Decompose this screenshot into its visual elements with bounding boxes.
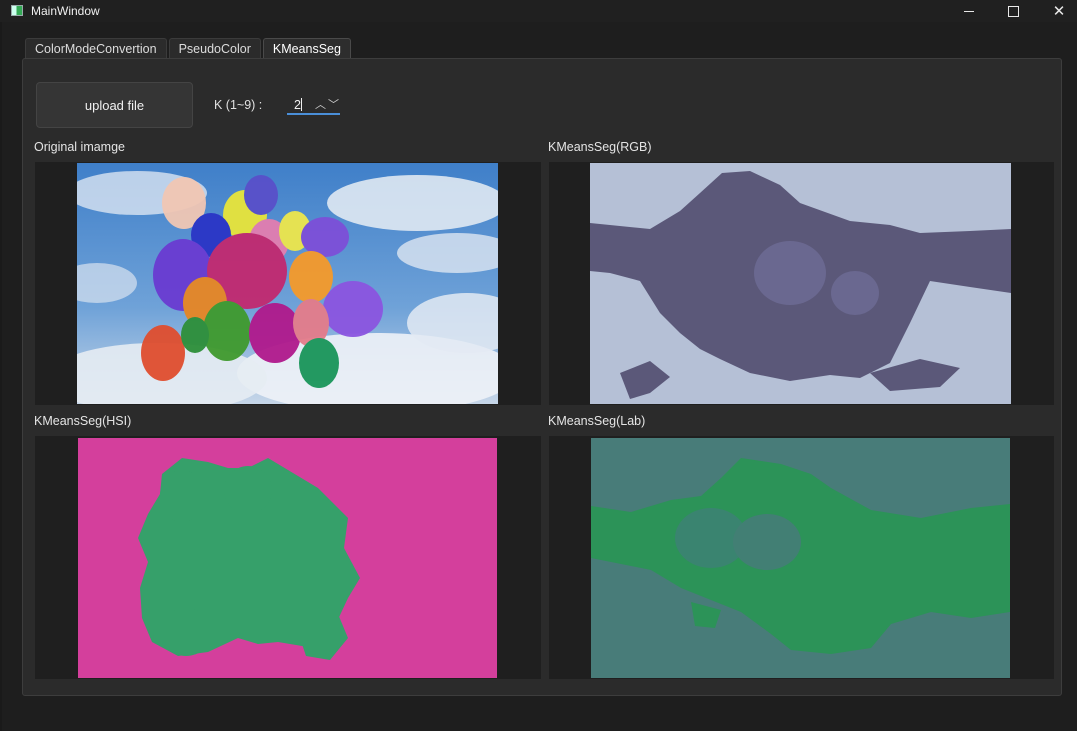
rgb-segmentation-image (590, 163, 1011, 404)
lab-result-label: KMeansSeg(Lab) (548, 414, 646, 428)
lab-result-frame (549, 436, 1054, 679)
original-image-label: Original imamge (34, 140, 126, 154)
text-cursor (301, 98, 302, 111)
minimize-icon (964, 10, 974, 12)
app-icon (11, 5, 23, 16)
window-title: MainWindow (31, 4, 100, 18)
close-button[interactable]: ✕ (1036, 0, 1077, 22)
maximize-button[interactable] (990, 0, 1036, 22)
hsi-segmentation-image (78, 438, 497, 678)
minimize-button[interactable] (946, 0, 992, 22)
chevron-down-icon[interactable]: ﹀ (328, 96, 339, 112)
hsi-result-frame (35, 436, 541, 679)
tab-bar: ColorModeConvertion PseudoColor KMeansSe… (25, 38, 353, 59)
rgb-result-label: KMeansSeg(RGB) (548, 140, 652, 154)
title-bar: MainWindow ✕ (0, 0, 1077, 22)
tab-kmeans-seg[interactable]: KMeansSeg (262, 38, 351, 59)
close-icon: ✕ (1052, 2, 1066, 20)
rgb-result-frame (549, 162, 1054, 405)
k-value[interactable]: 2 (294, 98, 301, 112)
original-image-frame (35, 162, 541, 405)
maximize-icon (1007, 5, 1019, 17)
lab-segmentation-image (591, 438, 1010, 678)
window-left-edge (0, 22, 2, 731)
k-spinbox[interactable]: 2 ︿ ﹀ (287, 96, 340, 115)
tab-color-mode-convertion[interactable]: ColorModeConvertion (25, 38, 167, 58)
original-balloons-image (77, 163, 498, 404)
hsi-result-label: KMeansSeg(HSI) (34, 414, 132, 428)
chevron-up-icon[interactable]: ︿ (315, 96, 326, 112)
tab-pseudo-color[interactable]: PseudoColor (168, 38, 261, 58)
k-label: K (1~9) : (214, 98, 263, 112)
upload-file-button[interactable]: upload file (36, 82, 193, 128)
